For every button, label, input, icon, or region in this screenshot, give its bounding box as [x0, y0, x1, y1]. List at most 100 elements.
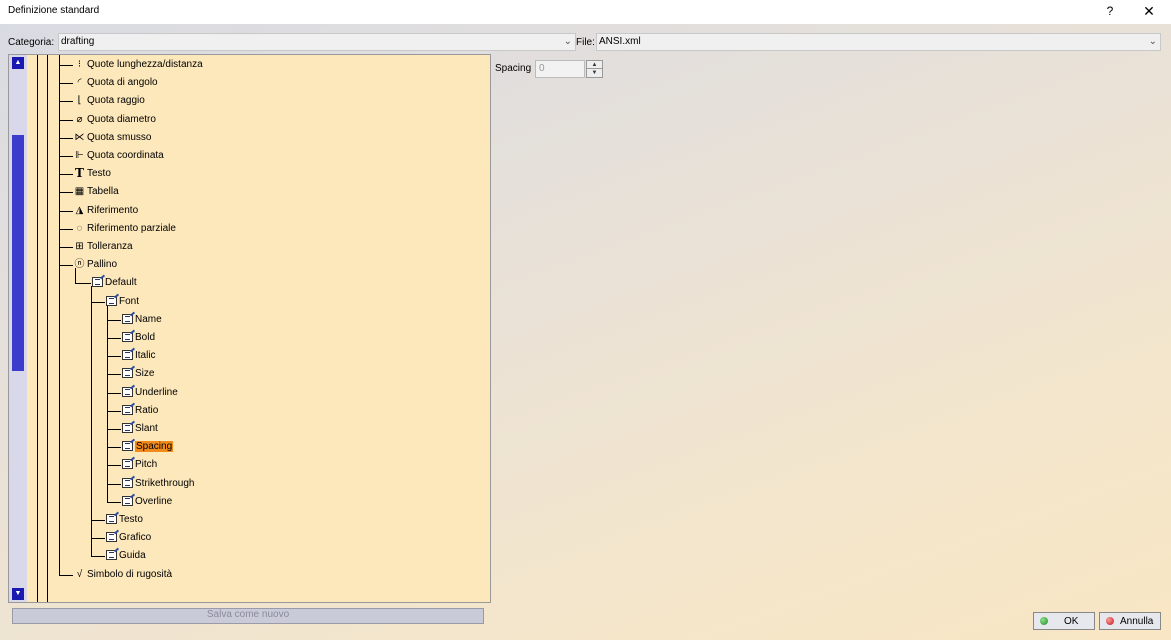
length-dimension-icon: ⁝ — [77, 59, 82, 70]
style-parameter-icon — [91, 275, 106, 289]
balloon-icon: ⓝ — [74, 259, 85, 271]
style-parameter-icon — [105, 529, 120, 544]
style-parameter-icon — [121, 347, 136, 362]
tree-item-pallino[interactable]: ⓝ Pallino — [9, 258, 479, 272]
tree-item-pitch[interactable]: Pitch — [9, 457, 479, 472]
window-title: Definizione standard — [8, 5, 100, 16]
tree-item-simbolo-di-rugosit-[interactable]: √ Simbolo di rugosità — [9, 568, 479, 582]
tree-item-label: Pallino — [87, 259, 118, 271]
tree-connector — [59, 265, 73, 267]
ok-button[interactable]: OK — [1033, 612, 1095, 630]
datum-target-icon: ◌ — [76, 222, 83, 234]
category-label: Categoria: — [8, 37, 55, 48]
tree-item-font[interactable]: Font — [9, 293, 479, 309]
spin-up-icon[interactable]: ▲ — [587, 61, 602, 69]
tree-item-size[interactable]: Size — [9, 366, 479, 381]
tree-item-label: Quota di angolo — [87, 77, 158, 89]
tree-item-riferimento-parziale[interactable]: ◌ Riferimento parziale — [9, 222, 479, 236]
tree-item-label: Tabella — [87, 186, 119, 198]
angle-dimension-icon: ◜ — [77, 77, 82, 89]
tree-item-italic[interactable]: Italic — [9, 347, 479, 363]
tree-item-quota-di-angolo[interactable]: ◜ Quota di angolo — [9, 76, 479, 90]
spacing-spinner[interactable]: ▲ ▼ — [586, 60, 603, 78]
tree-item-quota-coordinata[interactable]: ⊩ Quota coordinata — [9, 149, 479, 163]
scroll-down-icon[interactable]: ▼ — [12, 588, 24, 600]
category-value: drafting — [61, 36, 95, 47]
tree-item-underline[interactable]: Underline — [9, 384, 479, 400]
tree-connector — [91, 301, 105, 303]
ok-icon — [1040, 617, 1048, 625]
tree-item-testo[interactable]: Testo — [9, 511, 479, 527]
tree-item-slant[interactable]: Slant — [9, 420, 479, 436]
style-parameter-icon — [121, 493, 136, 508]
cancel-button[interactable]: Annulla — [1099, 612, 1161, 630]
tree-connector — [59, 247, 73, 248]
title-bar: Definizione standard ? ✕ — [0, 0, 1171, 24]
tree-item-label: Quota coordinata — [87, 150, 164, 161]
chamfer-dimension-icon: ⋉ — [74, 131, 85, 143]
tree-connector — [59, 137, 73, 139]
file-combo[interactable]: ANSI.xml ⌄ — [596, 33, 1161, 51]
tree-item-label: Grafico — [119, 532, 152, 544]
text-icon: T — [75, 166, 84, 181]
tree-item-riferimento[interactable]: ◮ Riferimento — [9, 204, 479, 218]
tree-item-label: Quote lunghezza/distanza — [87, 59, 203, 70]
style-parameter-icon — [121, 475, 136, 490]
spin-down-icon[interactable]: ▼ — [587, 69, 602, 77]
tree-item-label: Testo — [119, 514, 143, 525]
tree-item-quota-smusso[interactable]: ⋉ Quota smusso — [9, 131, 479, 145]
tree-item-tolleranza[interactable]: ⊞ Tolleranza — [9, 240, 479, 254]
style-parameter-icon — [121, 329, 136, 344]
tree-connector — [107, 374, 121, 376]
tree-item-tabella[interactable]: ▦ Tabella — [9, 185, 479, 199]
tree-item-grafico[interactable]: Grafico — [9, 529, 479, 545]
tree-connector — [91, 556, 105, 558]
tree-item-label: Slant — [135, 423, 158, 434]
tree-item-label: Ratio — [135, 404, 159, 416]
save-as-new-button[interactable]: Salva come nuovo — [12, 608, 484, 624]
chevron-down-icon: ⌄ — [563, 36, 572, 47]
tree-connector — [59, 65, 73, 66]
style-parameter-icon — [105, 548, 120, 562]
tree-item-label: Simbolo di rugosità — [87, 568, 173, 580]
tree-item-testo[interactable]: T Testo — [9, 167, 479, 181]
standards-tree[interactable]: ▲ ▼ ⁝ Quote lunghezza/distanza ◜ Quota di a… — [8, 54, 491, 603]
tolerance-icon: ⊞ — [75, 241, 84, 252]
tree-connector — [59, 156, 73, 157]
category-combo[interactable]: drafting ⌄ — [58, 33, 576, 51]
tree-item-quota-diametro[interactable]: ⌀ Quota diametro — [9, 113, 479, 127]
tree-item-guida[interactable]: Guida — [9, 548, 479, 563]
tree-connector — [59, 228, 73, 230]
spacing-label: Spacing — [495, 63, 532, 74]
tree-connector — [107, 483, 121, 485]
tree-item-label: Quota smusso — [87, 131, 152, 143]
tree-connector — [59, 574, 73, 576]
tree-item-label: Tolleranza — [87, 241, 133, 252]
tree-connector — [107, 392, 121, 394]
tree-item-spacing[interactable]: Spacing — [9, 438, 479, 454]
tree-item-ratio[interactable]: Ratio — [9, 402, 479, 418]
tree-connector — [107, 447, 121, 449]
tree-item-name[interactable]: Name — [9, 311, 479, 327]
tree-item-quote-lunghezza-distanza[interactable]: ⁝ Quote lunghezza/distanza — [9, 58, 479, 72]
tree-connector — [107, 338, 121, 339]
spacing-input[interactable]: 0 — [535, 60, 585, 78]
file-value: ANSI.xml — [599, 36, 641, 47]
tree-connector — [59, 119, 73, 121]
tree-item-label: Underline — [135, 386, 178, 398]
style-parameter-icon — [105, 511, 120, 526]
tree-item-quota-raggio[interactable]: ⌊ Quota raggio — [9, 94, 479, 108]
tree-connector — [107, 501, 121, 503]
tree-item-overline[interactable]: Overline — [9, 493, 479, 509]
tree-item-label: Spacing — [135, 441, 174, 453]
tree-connector — [75, 283, 91, 285]
file-label: File: — [576, 37, 595, 48]
tree-item-default[interactable]: Default — [9, 275, 479, 290]
tree-connector — [59, 210, 73, 212]
tree-item-bold[interactable]: Bold — [9, 329, 479, 345]
help-button[interactable]: ? — [1100, 1, 1120, 21]
tree-item-strikethrough[interactable]: Strikethrough — [9, 475, 479, 491]
close-button[interactable]: ✕ — [1138, 1, 1160, 21]
tree-item-label: Pitch — [135, 459, 158, 471]
datum-icon: ◮ — [75, 204, 84, 216]
